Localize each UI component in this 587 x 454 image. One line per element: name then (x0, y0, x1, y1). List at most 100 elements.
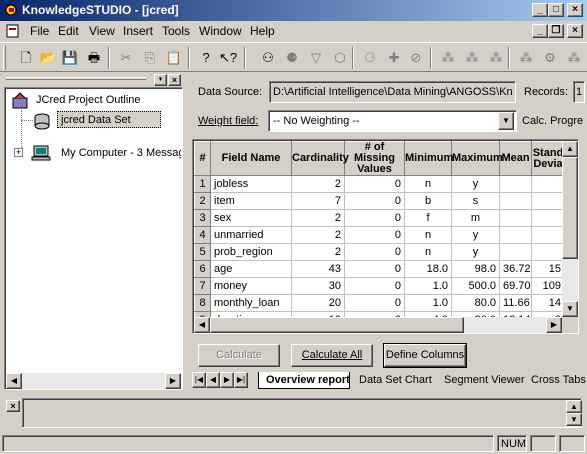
cell-cardinality[interactable]: 30 (291, 277, 345, 295)
child-minimize-button[interactable]: _ (532, 24, 548, 38)
tree-view-icon[interactable]: ⁂ (516, 48, 536, 68)
tab-last-icon[interactable]: ▶| (234, 372, 248, 388)
grid-vertical-scrollbar[interactable]: ▲ ▼ (562, 141, 578, 317)
open-folder-icon[interactable]: 📂 (38, 48, 58, 68)
save-icon[interactable]: 💾 (60, 48, 80, 68)
cell-row-number[interactable]: 1 (194, 175, 211, 193)
scroll-up-icon[interactable]: ▲ (562, 141, 578, 157)
cell-field-name[interactable]: prob_region (210, 243, 292, 261)
cell-maximum[interactable]: y (451, 226, 500, 244)
output-close-button[interactable]: × (6, 400, 20, 412)
cell-missing-values[interactable]: 0 (344, 260, 405, 278)
header-maximum[interactable]: Maximum (451, 141, 503, 176)
copy-icon[interactable]: ⎘ (140, 48, 160, 68)
help-icon[interactable]: ? (196, 48, 216, 68)
cell-field-name[interactable]: jobless (210, 175, 292, 193)
pane-collapse-button[interactable]: ▾ (154, 74, 167, 86)
maximize-button[interactable]: □ (548, 3, 564, 17)
define-columns-button[interactable]: Define Columns (383, 343, 467, 368)
cell-missing-values[interactable]: 0 (344, 209, 405, 227)
cell-cardinality[interactable]: 2 (291, 175, 345, 193)
cell-field-name[interactable]: money (210, 277, 292, 295)
menu-window[interactable]: Window (199, 24, 242, 38)
cell-minimum[interactable]: 18.0 (404, 260, 452, 278)
grow-tree-icon[interactable]: ⚈ (282, 48, 302, 68)
print-icon[interactable]: 🖶 (84, 48, 104, 68)
header-missing-values[interactable]: # of Missing Values (344, 141, 405, 176)
table-row[interactable]: 4 unmarried 2 0 n y (194, 226, 565, 244)
cell-minimum[interactable]: 1.0 (404, 294, 452, 312)
cell-minimum[interactable]: n (404, 243, 452, 261)
cell-std-dev[interactable]: 15 (531, 260, 565, 278)
close-button[interactable]: × (567, 3, 583, 17)
minimize-button[interactable]: _ (532, 3, 548, 17)
table-row[interactable]: 1 jobless 2 0 n y (194, 175, 565, 193)
cell-maximum[interactable]: y (451, 175, 500, 193)
cell-missing-values[interactable]: 0 (344, 277, 405, 295)
child-restore-button[interactable]: ❐ (548, 24, 564, 38)
cell-row-number[interactable]: 5 (194, 243, 211, 261)
header-row-number[interactable]: # (194, 141, 211, 176)
network-icon[interactable]: ⚆ (360, 48, 380, 68)
cell-cardinality[interactable]: 43 (291, 260, 345, 278)
cell-mean[interactable]: 11.66 (499, 294, 532, 312)
tab-segment-viewer[interactable]: Segment Viewer (444, 374, 525, 386)
cell-minimum[interactable]: 1.0 (404, 277, 452, 295)
cell-missing-values[interactable]: 0 (344, 226, 405, 244)
menu-edit[interactable]: Edit (58, 24, 79, 38)
cell-mean[interactable] (499, 209, 532, 227)
header-mean[interactable]: Mean (499, 141, 532, 176)
cell-cardinality[interactable]: 2 (291, 209, 345, 227)
puzzle-icon[interactable]: ✚ (384, 48, 404, 68)
cell-mean[interactable]: 36.72 (499, 260, 532, 278)
tab-overview-report[interactable]: Overview report (258, 372, 350, 389)
cell-mean[interactable] (499, 175, 532, 193)
tab-next-icon[interactable]: ▶ (220, 372, 234, 388)
cell-std-dev[interactable] (531, 226, 565, 244)
tree-item-dataset-selected[interactable]: jcred Data Set (57, 111, 161, 128)
cell-cardinality[interactable]: 20 (291, 294, 345, 312)
prune-icon[interactable]: ⬡ (330, 48, 350, 68)
cell-mean[interactable] (499, 192, 532, 210)
header-cardinality[interactable]: Cardinality (291, 141, 349, 176)
tree-root-label[interactable]: JCred Project Outline (36, 94, 141, 106)
cell-row-number[interactable]: 2 (194, 192, 211, 210)
cell-mean[interactable]: 69.70 (499, 277, 532, 295)
cell-std-dev[interactable]: 109 (531, 277, 565, 295)
cell-field-name[interactable]: sex (210, 209, 292, 227)
decision-tree-icon[interactable]: ⚇ (258, 48, 278, 68)
scroll-up-icon[interactable]: ▲ (566, 400, 582, 413)
cell-row-number[interactable]: 4 (194, 226, 211, 244)
scroll-right-icon[interactable]: ▶ (165, 373, 181, 389)
dropdown-arrow-icon[interactable]: ▼ (498, 112, 514, 130)
table-row[interactable]: 8 monthly_loan 20 0 1.0 80.0 11.66 14 (194, 294, 565, 312)
tree-horizontal-scrollbar[interactable]: ◀ ▶ (6, 373, 181, 389)
cell-minimum[interactable]: n (404, 175, 452, 193)
menu-view[interactable]: View (89, 24, 115, 38)
cell-std-dev[interactable] (531, 192, 565, 210)
menu-insert[interactable]: Insert (123, 24, 153, 38)
cell-std-dev[interactable] (531, 243, 565, 261)
cell-maximum[interactable]: y (451, 243, 500, 261)
menu-help[interactable]: Help (250, 24, 275, 38)
tree-computer-label[interactable]: My Computer - 3 Messages (61, 147, 181, 159)
tab-first-icon[interactable]: |◀ (192, 372, 206, 388)
grid-horizontal-scrollbar[interactable]: ◀ ▶ (194, 317, 562, 333)
cell-missing-values[interactable]: 0 (344, 192, 405, 210)
menu-tools[interactable]: Tools (162, 24, 190, 38)
cell-row-number[interactable]: 6 (194, 260, 211, 278)
scroll-left-icon[interactable]: ◀ (194, 317, 210, 333)
cell-mean[interactable] (499, 226, 532, 244)
cluster-three-icon[interactable]: ⁂ (486, 48, 506, 68)
cell-cardinality[interactable]: 2 (291, 226, 345, 244)
stop-icon[interactable]: ⊘ (406, 48, 426, 68)
cell-field-name[interactable]: unmarried (210, 226, 292, 244)
cell-missing-values[interactable]: 0 (344, 294, 405, 312)
table-row[interactable]: 6 age 43 0 18.0 98.0 36.72 15 (194, 260, 565, 278)
cell-maximum[interactable]: 500.0 (451, 277, 500, 295)
horizontal-scroll-thumb[interactable] (210, 317, 464, 333)
table-row[interactable]: 5 prob_region 2 0 n y (194, 243, 565, 261)
header-field-name[interactable]: Field Name (210, 141, 292, 176)
paste-icon[interactable]: 📋 (164, 48, 184, 68)
tab-cross-tabs[interactable]: Cross Tabs (531, 374, 586, 386)
